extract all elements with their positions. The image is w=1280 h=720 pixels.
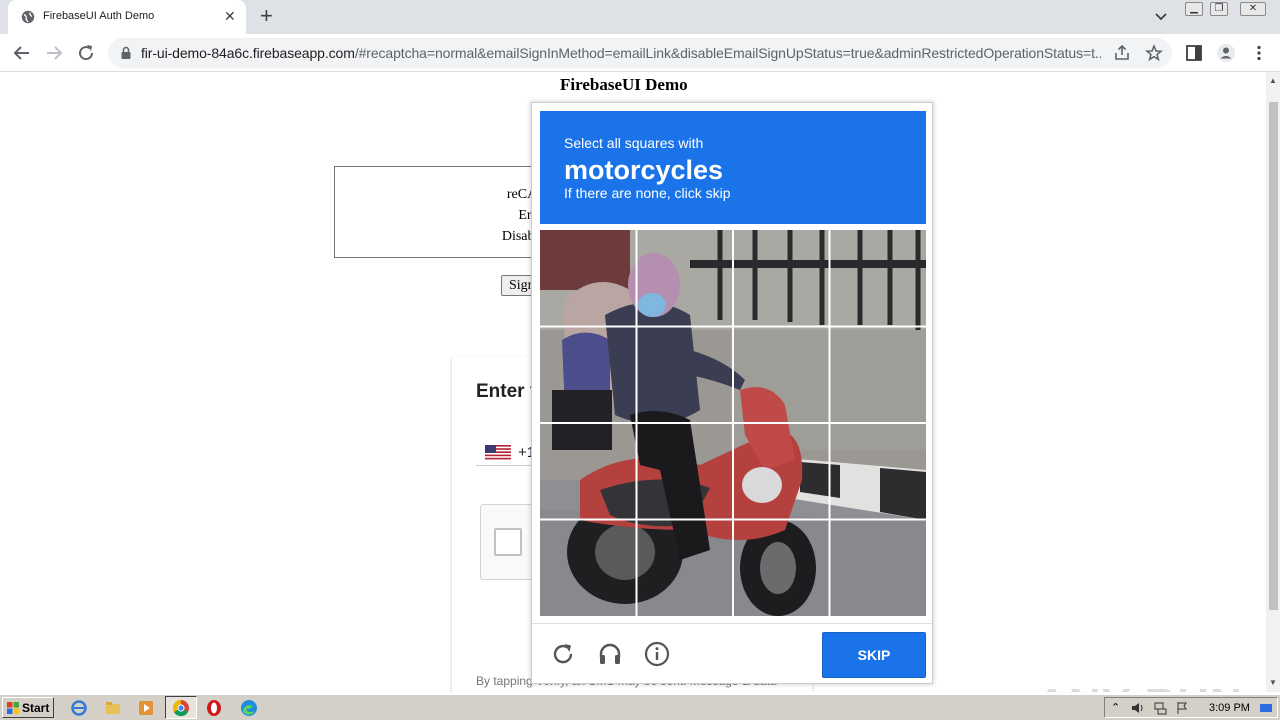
info-icon[interactable] bbox=[644, 641, 670, 667]
challenge-image-grid bbox=[540, 230, 926, 616]
challenge-tile[interactable] bbox=[830, 423, 927, 520]
challenge-tile[interactable] bbox=[637, 230, 734, 327]
browser-tab-strip: FirebaseUI Auth Demo ✕ + ▁ ❐ ✕ bbox=[0, 0, 1280, 34]
chrome-icon bbox=[172, 699, 189, 717]
us-flag-icon bbox=[485, 445, 511, 460]
windows-logo-icon bbox=[7, 702, 19, 714]
challenge-tile[interactable] bbox=[540, 230, 637, 327]
challenge-tile[interactable] bbox=[830, 327, 927, 424]
chrome-taskbar-button[interactable] bbox=[165, 696, 197, 719]
close-window-button[interactable]: ✕ bbox=[1240, 2, 1266, 16]
anyrun-watermark: ANY RUN bbox=[1036, 680, 1243, 692]
show-desktop-icon[interactable] bbox=[1259, 701, 1273, 715]
challenge-tile[interactable] bbox=[540, 423, 637, 520]
edge-icon[interactable] bbox=[240, 699, 258, 717]
minimize-button[interactable]: ▁ bbox=[1185, 2, 1203, 16]
challenge-tile[interactable] bbox=[637, 520, 734, 617]
kebab-menu-icon[interactable] bbox=[1249, 43, 1269, 63]
browser-tab[interactable]: FirebaseUI Auth Demo ✕ bbox=[8, 0, 246, 34]
challenge-subtext: If there are none, click skip bbox=[564, 185, 731, 201]
challenge-tile[interactable] bbox=[540, 327, 637, 424]
bookmark-star-icon[interactable] bbox=[1145, 44, 1163, 62]
media-player-icon[interactable] bbox=[137, 699, 155, 717]
start-label: Start bbox=[22, 701, 50, 715]
url-path: /#recaptcha=normal&emailSignInMethod=ema… bbox=[354, 45, 1101, 61]
challenge-tile[interactable] bbox=[733, 230, 830, 327]
tab-search-chevron-icon[interactable] bbox=[1153, 8, 1169, 24]
challenge-tile[interactable] bbox=[540, 520, 637, 617]
challenge-tile[interactable] bbox=[830, 230, 927, 327]
new-tab-button[interactable]: + bbox=[260, 5, 273, 27]
globe-icon bbox=[21, 10, 35, 24]
challenge-tile[interactable] bbox=[733, 520, 830, 617]
challenge-tile[interactable] bbox=[637, 327, 734, 424]
action-center-flag-icon[interactable] bbox=[1175, 701, 1189, 715]
scroll-down-arrow-icon[interactable]: ▼ bbox=[1269, 678, 1277, 687]
challenge-footer: SKIP bbox=[532, 623, 932, 683]
file-explorer-icon[interactable] bbox=[104, 699, 122, 717]
tab-close-icon[interactable]: ✕ bbox=[224, 8, 236, 24]
audio-challenge-icon[interactable] bbox=[597, 641, 623, 667]
recaptcha-challenge-dialog: Select all squares with motorcycles If t… bbox=[531, 102, 933, 684]
opera-icon[interactable] bbox=[205, 699, 223, 717]
challenge-tiles bbox=[540, 230, 926, 616]
share-icon[interactable] bbox=[1113, 44, 1131, 62]
internet-explorer-icon[interactable] bbox=[70, 699, 88, 717]
system-clock[interactable]: 3:09 PM bbox=[1209, 702, 1250, 714]
page-title: FirebaseUI Demo bbox=[560, 75, 688, 94]
challenge-keyword: motorcycles bbox=[564, 155, 724, 185]
tray-expand-icon[interactable]: ⌃ bbox=[1111, 701, 1125, 715]
tab-title: FirebaseUI Auth Demo bbox=[43, 10, 155, 22]
start-button[interactable]: Start bbox=[2, 697, 54, 718]
volume-icon[interactable] bbox=[1131, 701, 1145, 715]
back-arrow-icon[interactable] bbox=[10, 41, 34, 65]
side-panel-icon[interactable] bbox=[1184, 43, 1204, 63]
reload-icon[interactable] bbox=[74, 41, 98, 65]
system-tray: ⌃ 3:09 PM bbox=[1104, 697, 1278, 718]
challenge-tile[interactable] bbox=[830, 520, 927, 617]
challenge-tile[interactable] bbox=[733, 423, 830, 520]
scroll-thumb[interactable] bbox=[1269, 102, 1278, 610]
lock-icon[interactable] bbox=[120, 46, 132, 60]
network-icon[interactable] bbox=[1153, 701, 1167, 715]
address-bar[interactable]: fir-ui-demo-84a6c.firebaseapp.com/#recap… bbox=[108, 38, 1172, 68]
url-host: fir-ui-demo-84a6c.firebaseapp.com bbox=[141, 45, 355, 61]
reload-challenge-icon[interactable] bbox=[550, 641, 576, 667]
challenge-header: Select all squares with motorcycles If t… bbox=[540, 111, 926, 224]
skip-button[interactable]: SKIP bbox=[822, 632, 926, 678]
url-text[interactable]: fir-ui-demo-84a6c.firebaseapp.com/#recap… bbox=[141, 45, 1101, 61]
forward-arrow-icon[interactable] bbox=[42, 41, 66, 65]
challenge-tile[interactable] bbox=[733, 327, 830, 424]
recaptcha-checkbox[interactable] bbox=[494, 528, 522, 556]
profile-avatar-icon[interactable] bbox=[1216, 43, 1236, 63]
page-scrollbar[interactable]: ▲ ▼ bbox=[1266, 72, 1280, 692]
challenge-tile[interactable] bbox=[637, 423, 734, 520]
windows-taskbar: Start ⌃ 3:09 PM bbox=[0, 694, 1280, 720]
browser-toolbar: fir-ui-demo-84a6c.firebaseapp.com/#recap… bbox=[0, 34, 1280, 72]
scroll-up-arrow-icon[interactable]: ▲ bbox=[1269, 76, 1277, 85]
restore-button[interactable]: ❐ bbox=[1210, 2, 1228, 16]
challenge-instruction: Select all squares with bbox=[564, 135, 704, 151]
